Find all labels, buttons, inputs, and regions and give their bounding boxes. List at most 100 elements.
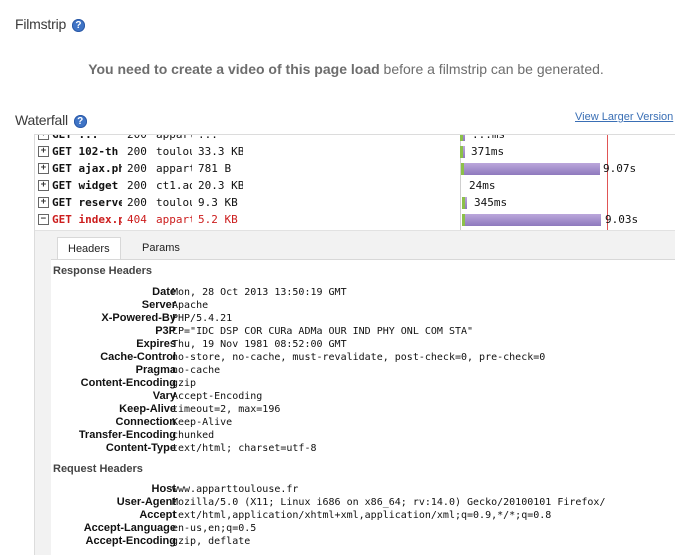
- header-key: Keep-Alive: [119, 403, 176, 415]
- row-status: 200: [127, 196, 147, 209]
- timing-bar: [462, 214, 601, 226]
- header-row: Server Apache: [51, 299, 675, 312]
- help-icon[interactable]: ?: [73, 115, 87, 128]
- table-row[interactable]: + GET ajax.ph 200 appart 781 B 9.07s: [35, 160, 675, 177]
- header-row: Connection Keep-Alive: [51, 416, 675, 429]
- timing-label: 9.03s: [605, 213, 639, 226]
- header-key: Content-Encoding: [80, 377, 176, 389]
- row-size: 20.3 KB: [198, 179, 243, 192]
- timing-label: 345ms: [474, 196, 508, 209]
- header-key: Accept-Language: [83, 522, 176, 534]
- header-key: Expires: [136, 338, 176, 350]
- header-row: Vary Accept-Encoding: [51, 390, 675, 403]
- header-value: Apache: [172, 300, 209, 311]
- header-value: timeout=2, max=196: [172, 404, 281, 415]
- row-url: GET index.p: [52, 213, 122, 226]
- header-key: User-Agent: [116, 496, 176, 508]
- row-status: 200: [127, 179, 147, 192]
- row-status: 200: [127, 162, 147, 175]
- header-key: Content-Type: [105, 442, 176, 454]
- header-row: Transfer-Encoding chunked: [51, 429, 675, 442]
- header-key: Cache-Control: [100, 351, 176, 363]
- row-status: 404: [127, 213, 147, 226]
- row-url: GET reserve: [52, 196, 122, 209]
- header-row: Host www.apparttoulouse.fr: [51, 483, 675, 496]
- expand-icon[interactable]: +: [38, 146, 49, 157]
- row-status: 200: [127, 145, 147, 158]
- header-value: text/html,application/xhtml+xml,applicat…: [172, 510, 552, 521]
- filmstrip-message-rest: before a filmstrip can be generated.: [379, 61, 604, 77]
- tab-headers[interactable]: Headers: [57, 237, 121, 260]
- row-url: GET 102-th: [52, 145, 119, 158]
- row-host: toulou: [156, 196, 192, 209]
- row-url: GET ...: [52, 134, 99, 141]
- request-details-panel: Headers Params Response Headers Date Mon,…: [35, 230, 675, 555]
- header-row: P3P CP="IDC DSP COR CURa ADMa OUR IND PHY…: [51, 325, 675, 338]
- header-value: text/html; charset=utf-8: [172, 443, 317, 454]
- header-row: Keep-Alive timeout=2, max=196: [51, 403, 675, 416]
- header-row: Accept-Language en-us,en;q=0.5: [51, 522, 675, 535]
- table-row[interactable]: + GET widget 200 ct1.ad 20.3 KB 24ms: [35, 177, 675, 194]
- row-size: 9.3 KB: [198, 196, 238, 209]
- timing-label: ...ms: [472, 134, 506, 141]
- header-value: gzip: [172, 378, 197, 389]
- header-row: Content-Encoding gzip: [51, 377, 675, 390]
- header-row: Date Mon, 28 Oct 2013 13:50:19 GMT: [51, 286, 675, 299]
- timing-bar: [460, 135, 465, 141]
- view-larger-version-link[interactable]: View Larger Version: [575, 111, 673, 123]
- header-key: X-Powered-By: [101, 312, 176, 324]
- request-headers-title: Request Headers: [53, 463, 143, 475]
- header-value: Thu, 19 Nov 1981 08:52:00 GMT: [172, 339, 347, 350]
- row-size: 33.3 KB: [198, 145, 243, 158]
- row-size: 5.2 KB: [198, 213, 238, 226]
- header-value: no-cache: [172, 365, 221, 376]
- collapse-icon[interactable]: −: [38, 214, 49, 225]
- row-size: 781 B: [198, 162, 232, 175]
- expand-icon[interactable]: +: [38, 135, 49, 140]
- table-row-selected[interactable]: − GET index.p 404 appart 5.2 KB 9.03s: [35, 211, 675, 228]
- row-host: appart: [156, 134, 192, 141]
- row-host: appart: [156, 213, 192, 226]
- filmstrip-message: You need to create a video of this page …: [0, 61, 692, 77]
- header-row: X-Powered-By PHP/5.4.21: [51, 312, 675, 325]
- header-value: Keep-Alive: [172, 417, 233, 428]
- expand-icon[interactable]: +: [38, 197, 49, 208]
- header-value: CP="IDC DSP COR CURa ADMa OUR IND PHY ON…: [172, 326, 474, 337]
- header-value: www.apparttoulouse.fr: [172, 484, 299, 495]
- row-url: GET ajax.ph: [52, 162, 122, 175]
- table-row[interactable]: + GET 102-th 200 toulou 33.3 KB 371ms: [35, 143, 675, 160]
- timing-bar: [462, 197, 467, 209]
- tab-params[interactable]: Params: [132, 237, 190, 259]
- row-host: appart: [156, 162, 192, 175]
- row-host: ct1.ad: [156, 179, 192, 192]
- waterfall-table: + GET ... 200 appart ... ...ms + GET 102…: [34, 134, 675, 555]
- waterfall-title-text: Waterfall: [15, 112, 68, 128]
- header-key: Pragma: [135, 364, 176, 376]
- header-row: Cache-Control no-store, no-cache, must-re…: [51, 351, 675, 364]
- expand-icon[interactable]: +: [38, 180, 49, 191]
- header-row: Pragma no-cache: [51, 364, 675, 377]
- headers-panel: Response Headers Date Mon, 28 Oct 2013 13…: [51, 259, 675, 555]
- row-status: 200: [127, 134, 147, 141]
- header-key: Server: [141, 299, 176, 311]
- header-value: gzip, deflate: [172, 536, 251, 547]
- header-key: Accept: [139, 509, 176, 521]
- header-key: Transfer-Encoding: [78, 429, 176, 441]
- header-value: Mon, 28 Oct 2013 13:50:19 GMT: [172, 287, 347, 298]
- header-row: User-Agent Mozilla/5.0 (X11; Linux i686 o…: [51, 496, 675, 509]
- header-value: PHP/5.4.21: [172, 313, 233, 324]
- timing-label: 9.07s: [603, 162, 637, 175]
- header-row: Accept-Encoding gzip, deflate: [51, 535, 675, 548]
- help-icon[interactable]: ?: [71, 19, 85, 32]
- waterfall-title: Waterfall ?: [15, 112, 87, 128]
- header-row: Content-Type text/html; charset=utf-8: [51, 442, 675, 455]
- table-row[interactable]: + GET ... 200 appart ... ...ms: [35, 134, 675, 143]
- header-value: Accept-Encoding: [172, 391, 263, 402]
- expand-icon[interactable]: +: [38, 163, 49, 174]
- filmstrip-message-bold: You need to create a video of this page …: [88, 61, 380, 77]
- table-row[interactable]: + GET reserve 200 toulou 9.3 KB 345ms: [35, 194, 675, 211]
- header-key: Accept-Encoding: [85, 535, 176, 547]
- header-value: Mozilla/5.0 (X11; Linux i686 on x86_64; …: [172, 497, 606, 508]
- header-row: Accept text/html,application/xhtml+xml,ap…: [51, 509, 675, 522]
- timing-label: 371ms: [471, 145, 505, 158]
